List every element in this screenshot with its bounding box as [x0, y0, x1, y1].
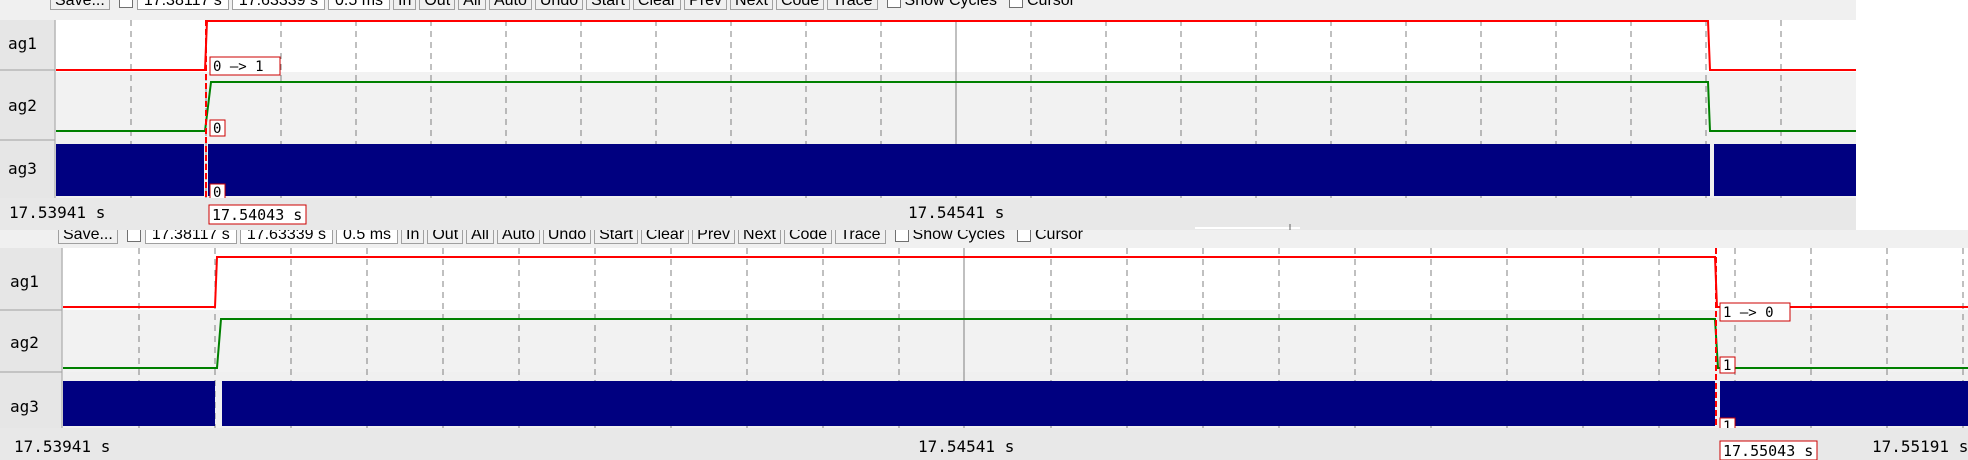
code-button[interactable]: Code: [783, 230, 833, 244]
start-button[interactable]: Start: [586, 0, 630, 10]
signal-name-ag3[interactable]: ag3: [10, 397, 39, 416]
toolbar: Save... 17.38117 s 17.63339 s 0.5 ms In …: [50, 0, 1081, 10]
trace-button[interactable]: Trace: [835, 230, 886, 244]
show-cycles-label: Show Cycles: [912, 230, 1005, 243]
time-label-left: 17.53941 s: [14, 437, 110, 456]
save-button[interactable]: Save...: [58, 230, 118, 244]
bus-ag3-segment: [208, 144, 1710, 196]
zoom-out-button[interactable]: Out: [419, 0, 456, 10]
ag2-cursor-value: 0: [213, 121, 221, 137]
zoom-all-button[interactable]: All: [458, 0, 486, 10]
trace-button[interactable]: Trace: [827, 0, 878, 10]
time-label-left: 17.53941 s: [9, 203, 105, 222]
waveform-plot-1[interactable]: ag1 ag2 ag3 0 —> 1 0 0 17.53941 s 17.545…: [0, 0, 1856, 230]
next-button[interactable]: Next: [730, 0, 773, 10]
cursor-checkbox[interactable]: [1009, 0, 1023, 8]
zoom-in-button[interactable]: In: [393, 0, 417, 10]
toggle-checkbox[interactable]: [118, 0, 133, 8]
time-label-right: 17.55191 s: [1872, 437, 1968, 456]
show-cycles-checkbox[interactable]: [894, 230, 909, 242]
zoom-out-button[interactable]: Out: [427, 230, 464, 244]
grid-division-field[interactable]: 0.5 ms: [336, 230, 399, 244]
signal-name-ag2[interactable]: ag2: [8, 96, 37, 115]
logic-analyzer-window-2: ag1 ag2 ag3 1 —> 0 1 1 17.53941 s 17.545…: [0, 230, 1968, 460]
bus-ag3-segment: [56, 144, 204, 196]
time-start-field[interactable]: 17.38117 s: [144, 230, 237, 244]
waveform-plot-2[interactable]: ag1 ag2 ag3 1 —> 0 1 1 17.53941 s 17.545…: [0, 230, 1968, 460]
undo-button[interactable]: Undo: [534, 0, 584, 10]
bus-ag3-segment: [63, 381, 215, 426]
prev-button[interactable]: Prev: [692, 230, 736, 244]
signal-name-ag2[interactable]: ag2: [10, 333, 39, 352]
time-start-field[interactable]: 17.38117 s: [136, 0, 229, 10]
cursor-time: 17.54043 s: [212, 206, 302, 224]
undo-button[interactable]: Undo: [542, 230, 592, 244]
cursor-time: 17.55043 s: [1723, 442, 1813, 460]
auto-button[interactable]: Auto: [488, 0, 532, 10]
grid-division-field[interactable]: 0.5 ms: [328, 0, 391, 10]
zoom-all-button[interactable]: All: [466, 230, 494, 244]
cursor-label: Cursor: [1035, 230, 1084, 243]
clear-button[interactable]: Clear: [632, 0, 682, 10]
bus-ag3-segment: [222, 381, 1715, 426]
show-cycles-checkbox[interactable]: [886, 0, 901, 8]
transition-annotation: 1 —> 0: [1723, 305, 1774, 321]
signal-name-ag3[interactable]: ag3: [8, 159, 37, 178]
time-end-field[interactable]: 17.63339 s: [231, 0, 325, 10]
transition-annotation: 0 —> 1: [213, 59, 264, 75]
auto-button[interactable]: Auto: [496, 230, 540, 244]
toggle-checkbox[interactable]: [126, 230, 141, 242]
time-label-mid: 17.54541 s: [918, 437, 1014, 456]
signal-name-ag1[interactable]: ag1: [8, 34, 37, 53]
ag2-cursor-value: 1: [1723, 358, 1731, 374]
zoom-in-button[interactable]: In: [401, 230, 425, 244]
clear-button[interactable]: Clear: [640, 230, 690, 244]
signal-name-ag1[interactable]: ag1: [10, 272, 39, 291]
start-button[interactable]: Start: [594, 230, 638, 244]
next-button[interactable]: Next: [738, 230, 781, 244]
toolbar: Save... 17.38117 s 17.63339 s 0.5 ms In …: [58, 230, 1089, 244]
logic-analyzer-window-1: ag1 ag2 ag3 0 —> 1 0 0 17.53941 s 17.545…: [0, 0, 1856, 230]
bus-ag3-segment: [1720, 381, 1968, 426]
save-button[interactable]: Save...: [50, 0, 110, 10]
cursor-label: Cursor: [1027, 0, 1076, 9]
time-end-field[interactable]: 17.63339 s: [239, 230, 333, 244]
prev-button[interactable]: Prev: [684, 0, 728, 10]
code-button[interactable]: Code: [775, 0, 825, 10]
bus-ag3-segment: [1714, 144, 1856, 196]
show-cycles-label: Show Cycles: [904, 0, 997, 9]
time-label-mid: 17.54541 s: [908, 203, 1004, 222]
cursor-checkbox[interactable]: [1017, 230, 1031, 242]
